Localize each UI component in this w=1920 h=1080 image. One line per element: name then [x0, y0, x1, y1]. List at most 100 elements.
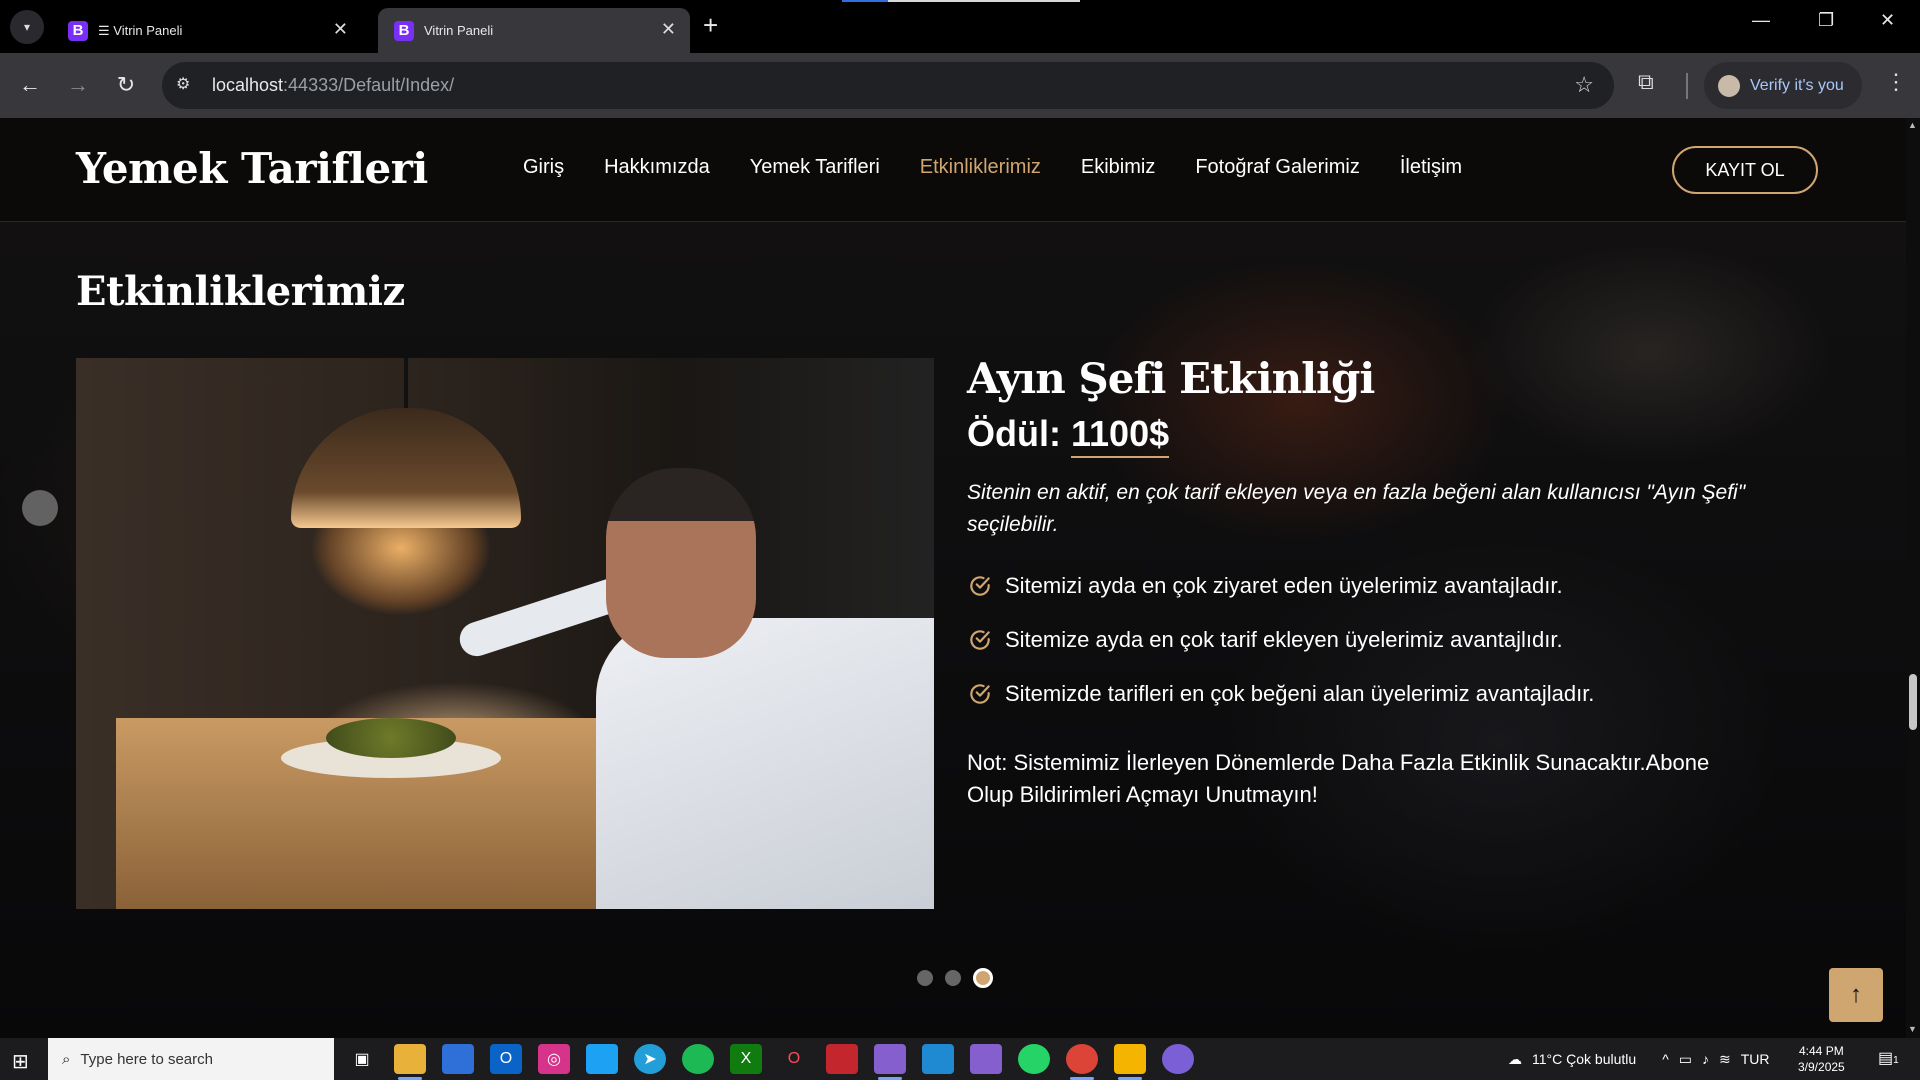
notification-center-icon[interactable]: ▤1 [1878, 1048, 1899, 1068]
xbox-icon[interactable]: X [730, 1044, 762, 1074]
benefit-text: Sitemize ayda en çok tarif ekleyen üyele… [1005, 627, 1563, 652]
app-icon[interactable] [826, 1044, 858, 1074]
app-icon-2[interactable] [1162, 1044, 1194, 1074]
spotify-icon[interactable] [682, 1044, 714, 1074]
notification-count: 1 [1893, 1055, 1899, 1066]
visual-studio-icon[interactable] [874, 1044, 906, 1080]
outlook-icon[interactable]: O [490, 1044, 522, 1074]
benefit-text: Sitemizde tarifleri en çok beğeni alan ü… [1005, 681, 1595, 706]
nav-item-ekibimiz[interactable]: Ekibimiz [1081, 156, 1155, 179]
event-description: Sitenin en aktif, en çok tarif ekleyen v… [967, 481, 1746, 536]
food [326, 718, 456, 758]
lamp-cord [404, 358, 408, 413]
scroll-up-icon[interactable]: ▲ [1908, 120, 1917, 130]
scroll-down-icon[interactable]: ▼ [1908, 1024, 1917, 1034]
back-to-top-button[interactable]: ↑ [1829, 968, 1883, 1022]
tab-title: ☰ Vitrin Paneli [98, 22, 183, 38]
taskbar-apps: ▣ O ◎ ➤ X O [346, 1044, 1194, 1080]
wifi-icon[interactable]: ≋ [1719, 1051, 1731, 1068]
weather-text[interactable]: 11°C Çok bulutlu [1532, 1051, 1636, 1067]
check-circle-icon [970, 684, 990, 704]
nav-item-iletisim[interactable]: İletişim [1400, 156, 1462, 179]
paint-icon[interactable] [1114, 1044, 1146, 1080]
list-item: Sitemize ayda en çok tarif ekleyen üyele… [967, 613, 1747, 667]
page-scrollbar[interactable]: ▲ ▼ [1906, 118, 1920, 1038]
clock[interactable]: 4:44 PM 3/9/2025 [1798, 1043, 1845, 1075]
minimize-button[interactable]: — [1752, 10, 1770, 31]
taskbar-search-placeholder: Type here to search [80, 1050, 213, 1068]
extensions-icon[interactable]: ⧉ [1638, 69, 1654, 95]
language-indicator[interactable]: TUR [1741, 1051, 1770, 1067]
close-window-button[interactable]: ✕ [1880, 10, 1895, 31]
close-tab-icon[interactable]: ✕ [661, 20, 676, 38]
telegram-icon[interactable]: ➤ [634, 1044, 666, 1074]
task-view-icon[interactable]: ▣ [346, 1044, 378, 1074]
reload-button[interactable]: ↻ [111, 70, 141, 100]
restore-button[interactable]: ❐ [1818, 10, 1834, 31]
chef-body [596, 618, 934, 909]
chrome-icon[interactable] [1066, 1044, 1098, 1080]
nav-item-fotograf-galerimiz[interactable]: Fotoğraf Galerimiz [1195, 156, 1360, 179]
visual-studio-icon-2[interactable] [970, 1044, 1002, 1074]
url-text[interactable]: localhost:44333/Default/Index/ [212, 75, 454, 96]
close-tab-icon[interactable]: ✕ [333, 20, 348, 38]
carousel-prev-control[interactable] [22, 490, 58, 526]
browser-toolbar: ← → ↻ ⚙ localhost:44333/Default/Index/ ☆… [0, 53, 1920, 118]
opera-icon[interactable]: O [778, 1044, 810, 1074]
register-button[interactable]: KAYIT OL [1672, 146, 1818, 194]
event-prize: Ödül: 1100$ [967, 413, 1747, 458]
site-info-icon[interactable]: ⚙ [176, 74, 190, 94]
chef-head [606, 468, 756, 658]
browser-menu-icon[interactable]: ⋮ [1885, 69, 1907, 95]
carousel-dot-3-active[interactable] [973, 968, 993, 988]
nav-item-yemek-tarifleri[interactable]: Yemek Tarifleri [750, 156, 880, 179]
store-icon[interactable] [442, 1044, 474, 1074]
event-title: Ayın Şefi Etkinliği [967, 354, 1375, 403]
profile-button[interactable]: Verify it's you [1704, 62, 1862, 109]
system-tray: ☁ 11°C Çok bulutlu ^ ▭ ♪ ≋ TUR [1508, 1038, 1770, 1080]
tab-strip: ▾ B ☰ Vitrin Paneli ✕ B Vitrin Paneli ✕ … [0, 0, 1920, 53]
tray-chevron-icon[interactable]: ^ [1662, 1051, 1669, 1067]
twitter-icon[interactable] [586, 1044, 618, 1074]
carousel-dot-2[interactable] [945, 970, 961, 986]
nav-item-hakkimizda[interactable]: Hakkımızda [604, 156, 710, 179]
forward-button[interactable]: → [63, 70, 93, 100]
prize-amount: 1100$ [1071, 413, 1170, 458]
tab-search-button[interactable]: ▾ [10, 10, 44, 44]
avatar [1718, 74, 1740, 97]
site-logo[interactable]: Yemek Tarifleri [76, 144, 428, 193]
browser-window: ▾ B ☰ Vitrin Paneli ✕ B Vitrin Paneli ✕ … [0, 0, 1920, 1080]
event-note: Not: Sistemimiz İlerleyen Dönemlerde Dah… [967, 750, 1710, 807]
profile-label: Verify it's you [1750, 76, 1844, 94]
check-circle-icon [970, 576, 990, 596]
browser-tab[interactable]: B ☰ Vitrin Paneli ✕ [52, 8, 362, 53]
nav-item-etkinliklerimiz[interactable]: Etkinliklerimiz [920, 156, 1041, 179]
file-explorer-icon[interactable] [394, 1044, 426, 1080]
benefits-list: Sitemizi ayda en çok ziyaret eden üyeler… [967, 559, 1747, 721]
volume-icon[interactable]: ♪ [1702, 1051, 1709, 1067]
scrollbar-thumb[interactable] [1909, 674, 1917, 730]
benefit-text: Sitemizi ayda en çok ziyaret eden üyeler… [1005, 573, 1563, 598]
bookmark-star-icon[interactable]: ☆ [1574, 72, 1594, 98]
clock-time: 4:44 PM [1799, 1044, 1844, 1058]
windows-start-icon[interactable]: ⊞ [12, 1049, 29, 1074]
whatsapp-icon[interactable] [1018, 1044, 1050, 1074]
section-title: Etkinliklerimiz [76, 268, 405, 315]
back-button[interactable]: ← [15, 70, 45, 100]
search-icon: ⌕ [62, 1050, 71, 1068]
weather-icon[interactable]: ☁ [1508, 1051, 1522, 1068]
battery-icon[interactable]: ▭ [1679, 1051, 1692, 1068]
windows-taskbar: ⊞ ⌕ Type here to search ▣ O ◎ ➤ X O ☁ 11… [0, 1038, 1920, 1080]
chef-photo [76, 358, 934, 909]
new-tab-button[interactable]: + [703, 12, 718, 38]
vscode-icon[interactable] [922, 1044, 954, 1074]
address-bar[interactable]: ⚙ localhost:44333/Default/Index/ ☆ [162, 62, 1614, 109]
instagram-icon[interactable]: ◎ [538, 1044, 570, 1074]
nav-item-giris[interactable]: Giriş [523, 156, 564, 179]
taskbar-search[interactable]: ⌕ Type here to search [48, 1038, 334, 1080]
bootstrap-favicon-icon: B [68, 20, 88, 41]
browser-tab-active[interactable]: B Vitrin Paneli ✕ [378, 8, 690, 53]
lamp [291, 408, 521, 528]
check-circle-icon [970, 630, 990, 650]
carousel-dot-1[interactable] [917, 970, 933, 986]
